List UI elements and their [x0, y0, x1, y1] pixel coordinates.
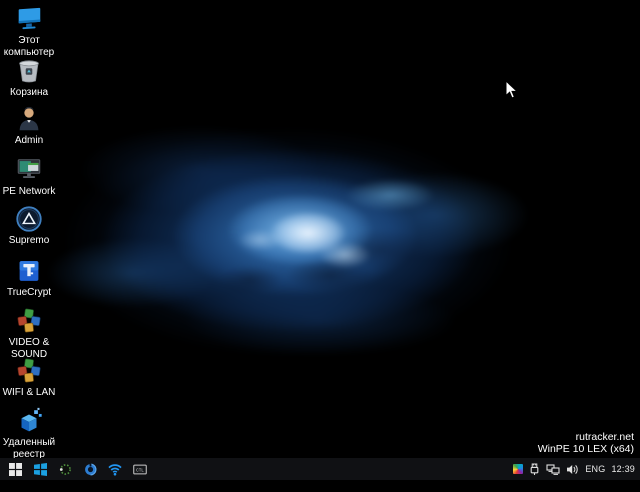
launcher-button[interactable] — [58, 462, 72, 476]
driver-cubes-icon — [14, 356, 44, 386]
desktop-icon-remote-registry[interactable]: Удаленный реестр — [0, 406, 58, 460]
volume-icon[interactable] — [566, 463, 579, 476]
system-tray: ENG 12:39 — [513, 458, 640, 480]
watermark-line1: rutracker.net — [538, 431, 634, 443]
desktop-icon-label: Корзина — [0, 87, 58, 99]
blue-ring-icon — [84, 463, 97, 476]
taskbar-left-group: CTL — [0, 458, 147, 480]
truecrypt-key-icon — [14, 256, 44, 286]
wallpaper — [0, 0, 640, 480]
usb-icon[interactable] — [529, 463, 540, 476]
watermark: rutracker.net WinPE 10 LEX (x64) — [538, 431, 634, 455]
desktop-icon-video-sound[interactable]: VIDEO & SOUND — [0, 306, 58, 360]
user-icon — [14, 104, 44, 134]
network-monitor-icon — [14, 155, 44, 185]
supremo-button[interactable] — [83, 462, 97, 476]
desktop-icon-label: WIFI & LAN — [0, 387, 58, 399]
desktop-icon-label: Удаленный реестр — [0, 437, 58, 460]
computer-icon — [14, 4, 44, 34]
desktop-icon-label: TrueCrypt — [0, 287, 58, 299]
taskbar: CTL ENG 12:39 — [0, 458, 640, 480]
desktop-icon-this-pc[interactable]: Этот компьютер — [0, 4, 58, 58]
desktop-icon-label: Admin — [0, 135, 58, 147]
desktop-icon-label: PE Network — [0, 186, 58, 198]
network-icon[interactable] — [546, 463, 560, 476]
desktop-icon-admin[interactable]: Admin — [0, 104, 58, 147]
watermark-line2: WinPE 10 LEX (x64) — [538, 443, 634, 455]
keyboard-button[interactable]: CTL — [133, 462, 147, 476]
mouse-cursor — [505, 80, 518, 99]
desktop-icon-label: Этот компьютер — [0, 35, 58, 58]
start-button[interactable] — [8, 462, 22, 476]
desktop-icon-label: Supremo — [0, 235, 58, 247]
desktop-icon-recycle-bin[interactable]: Корзина — [0, 56, 58, 99]
desktop-icon-supremo[interactable]: Supremo — [0, 204, 58, 247]
ctl-window-icon: CTL — [133, 463, 147, 476]
wifi-icon — [108, 463, 122, 476]
display-color-icon[interactable] — [513, 464, 523, 474]
explorer-button[interactable] — [33, 462, 47, 476]
language-indicator[interactable]: ENG — [585, 464, 605, 474]
supremo-icon — [14, 204, 44, 234]
clock[interactable]: 12:39 — [611, 464, 635, 474]
svg-text:CTL: CTL — [136, 468, 144, 473]
desktop-icon-truecrypt[interactable]: TrueCrypt — [0, 256, 58, 299]
driver-cubes-icon — [14, 306, 44, 336]
wifi-button[interactable] — [108, 462, 122, 476]
windows-logo-blue-icon — [34, 463, 47, 476]
windows-logo-white-icon — [9, 463, 22, 476]
desktop-icon-wifi-lan[interactable]: WIFI & LAN — [0, 356, 58, 399]
cloud-nebula-art — [0, 0, 640, 492]
recycle-bin-icon — [14, 56, 44, 86]
dotted-ring-icon — [59, 463, 72, 476]
registry-cube-icon — [14, 406, 44, 436]
desktop-icon-pe-network[interactable]: PE Network — [0, 155, 58, 198]
